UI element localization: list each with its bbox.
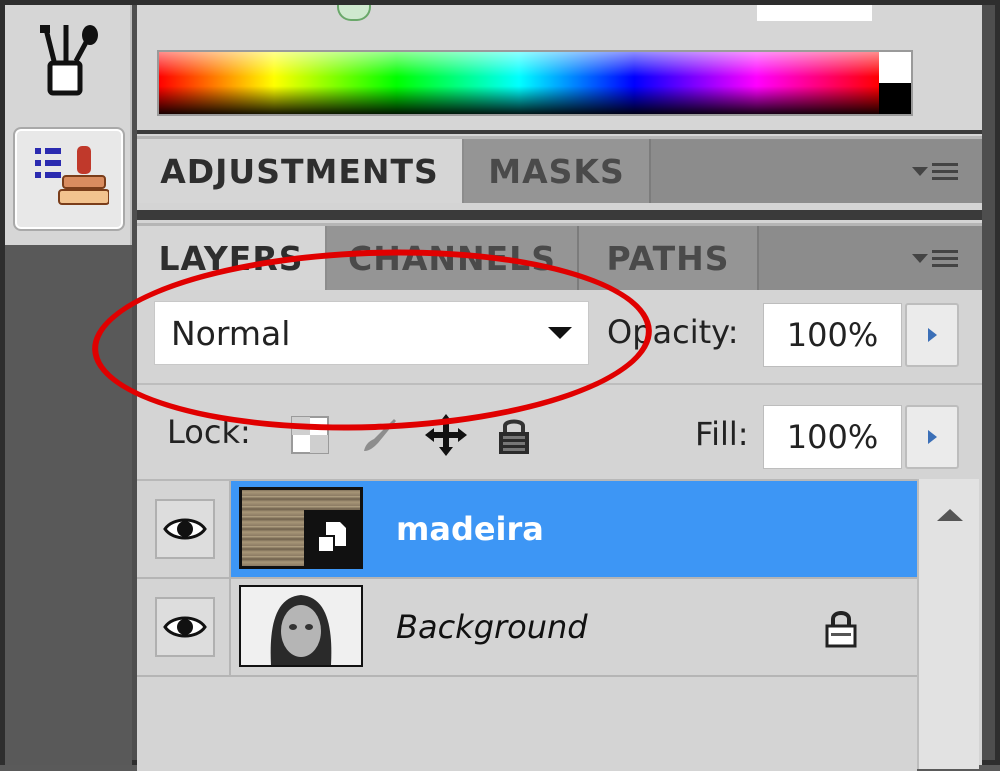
chevron-down-icon [548,327,572,339]
layer-thumbnail [239,487,363,569]
lock-all-icon[interactable] [491,412,537,458]
fill-slider-button[interactable] [905,405,959,469]
color-panel [137,5,982,134]
layers-tab-bar: LAYERS CHANNELS PATHS [137,223,982,290]
clone-source-button[interactable] [13,127,125,231]
lock-image-pixels-icon[interactable] [355,412,401,458]
panel-dock: ADJUSTMENTS MASKS LAYERS CHANNELS PATHS … [137,5,982,771]
tab-adjustments-label: ADJUSTMENTS [160,151,439,191]
lock-transparent-pixels-icon[interactable] [287,412,333,458]
tab-channels[interactable]: CHANNELS [327,226,579,290]
color-field[interactable] [757,5,872,21]
fill-label: Fill: [695,415,749,453]
fill-input[interactable]: 100% [763,405,902,469]
layer-name: Background [396,608,588,646]
tab-paths-label: PATHS [606,238,730,278]
smart-object-icon [304,510,360,566]
tool-panel [5,5,132,245]
scroll-up-icon[interactable] [937,509,963,521]
lock-fill-row: Lock: Fill: 100% [137,399,982,469]
tab-adjustments[interactable]: ADJUSTMENTS [137,139,462,203]
tab-paths[interactable]: PATHS [579,226,759,290]
layer-thumbnail [239,585,363,667]
blend-mode-select[interactable]: Normal [154,301,589,365]
visibility-eye-icon[interactable] [155,499,215,559]
black-swatch[interactable] [879,83,911,114]
blend-mode-value: Normal [171,313,291,353]
lock-icon [821,607,861,653]
panel-divider [137,210,982,220]
fill-value: 100% [786,418,879,456]
tab-layers-label: LAYERS [158,238,304,278]
opacity-value: 100% [786,316,879,354]
layer-content[interactable]: madeira [231,481,917,577]
blend-opacity-row: Normal Opacity: 100% [137,301,982,371]
chevron-right-icon [927,430,937,444]
layers-scrollbar[interactable] [917,479,979,769]
brush-presets-icon [32,21,102,105]
opacity-slider-button[interactable] [905,303,959,367]
panel-menu-icon[interactable] [912,155,968,187]
layer-row[interactable]: madeira [137,481,917,579]
layer-content[interactable]: Background [231,579,917,675]
opacity-label: Opacity: [607,313,739,351]
panel-menu-icon[interactable] [912,242,968,274]
lock-label: Lock: [167,413,251,451]
adjustments-tab-bar: ADJUSTMENTS MASKS [137,136,982,203]
brush-presets-button[interactable] [13,13,121,113]
tab-masks-label: MASKS [488,151,625,191]
tab-masks[interactable]: MASKS [464,139,651,203]
layer-name: madeira [396,510,544,548]
color-slider-knob[interactable] [337,5,371,21]
chevron-right-icon [927,328,937,342]
visibility-eye-icon[interactable] [155,597,215,657]
white-swatch[interactable] [879,52,911,83]
clone-source-icon [29,142,110,216]
color-spectrum[interactable] [157,50,913,116]
layer-row[interactable]: Background [137,579,917,677]
tab-layers[interactable]: LAYERS [137,226,325,290]
lock-position-icon[interactable] [423,412,469,458]
layers-list: madeira Background [137,479,917,771]
tab-channels-label: CHANNELS [348,238,556,278]
opacity-input[interactable]: 100% [763,303,902,367]
row-divider [137,383,982,385]
